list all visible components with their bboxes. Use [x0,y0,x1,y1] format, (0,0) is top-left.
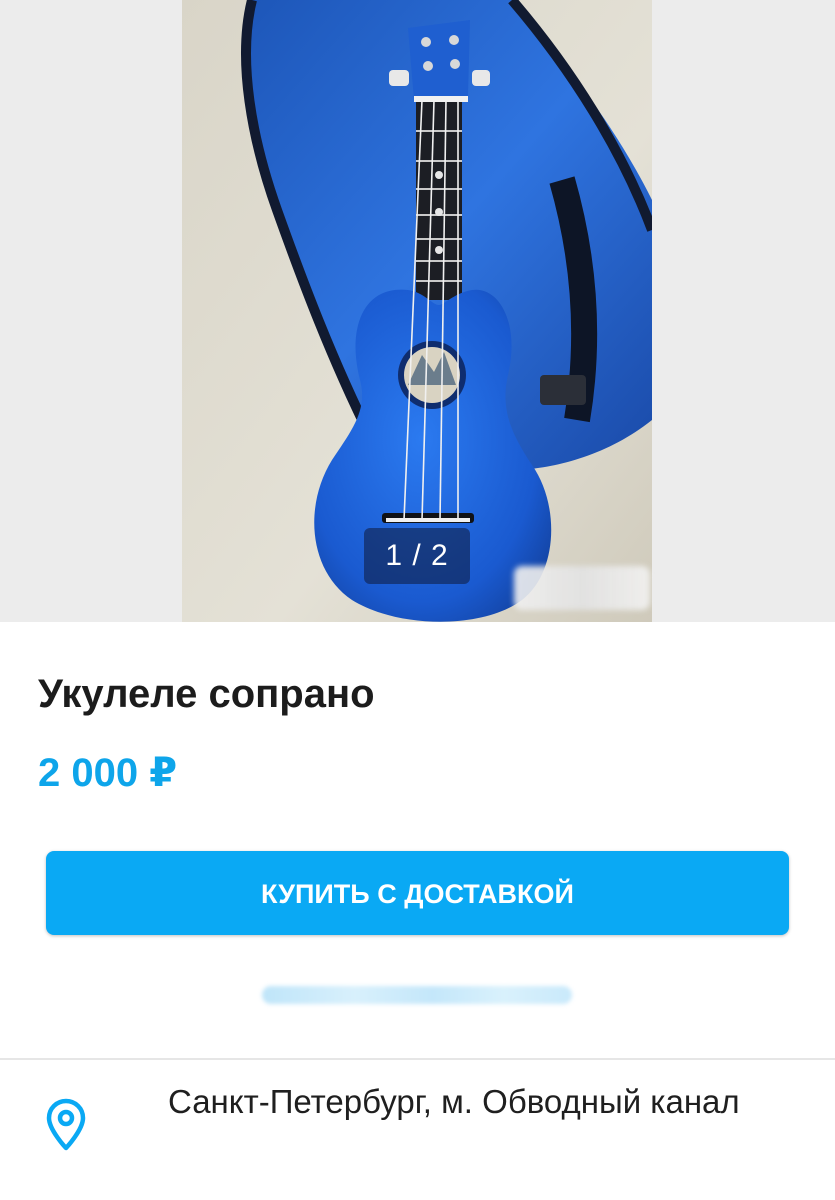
buy-with-delivery-button[interactable]: КУПИТЬ С ДОСТАВКОЙ [46,851,789,935]
map-pin-icon [46,1098,86,1151]
contact-link-blurred[interactable] [262,972,574,1016]
location-address[interactable]: Санкт-Петербург, м. Обводный канал [168,1076,788,1127]
section-divider [0,1058,835,1060]
listing-title: Укулеле сопрано [38,672,375,716]
photo-gallery[interactable]: 1 / 2 [0,0,835,622]
photo-counter: 1 / 2 [364,528,470,584]
listing-price: 2 000 ₽ [38,751,178,795]
watermark-blur [514,566,650,610]
blurred-text [262,986,572,1004]
